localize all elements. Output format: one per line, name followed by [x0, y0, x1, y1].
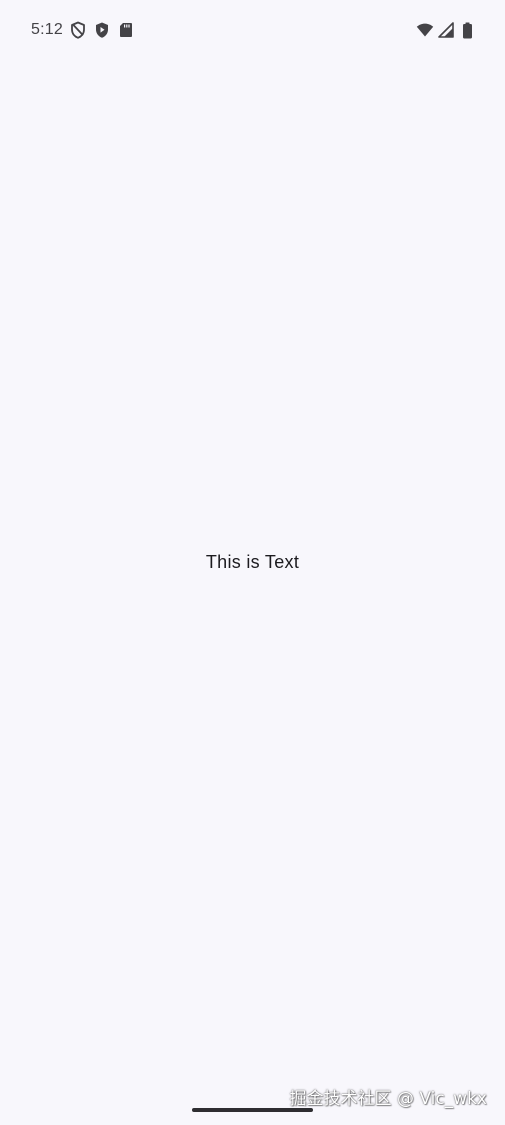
sd-card-icon — [117, 21, 135, 39]
main-text: This is Text — [205, 552, 300, 572]
status-bar-left: 5:12 — [31, 19, 135, 41]
watermark-text: 掘金技术社区 @ Vic_wkx — [289, 1089, 487, 1109]
status-bar: 5:12 — [0, 0, 505, 60]
status-bar-right — [416, 19, 476, 41]
gesture-nav-handle[interactable] — [192, 1108, 313, 1112]
wifi-icon — [416, 21, 434, 39]
cellular-signal-icon — [437, 21, 455, 39]
app-screen: 5:12 This is Text 掘金技术社区 @ Vic_wkx — [0, 0, 505, 1125]
vpn-shield-outline-icon — [69, 21, 87, 39]
battery-icon — [458, 21, 476, 39]
status-time: 5:12 — [31, 21, 63, 38]
shield-play-icon — [93, 21, 111, 39]
